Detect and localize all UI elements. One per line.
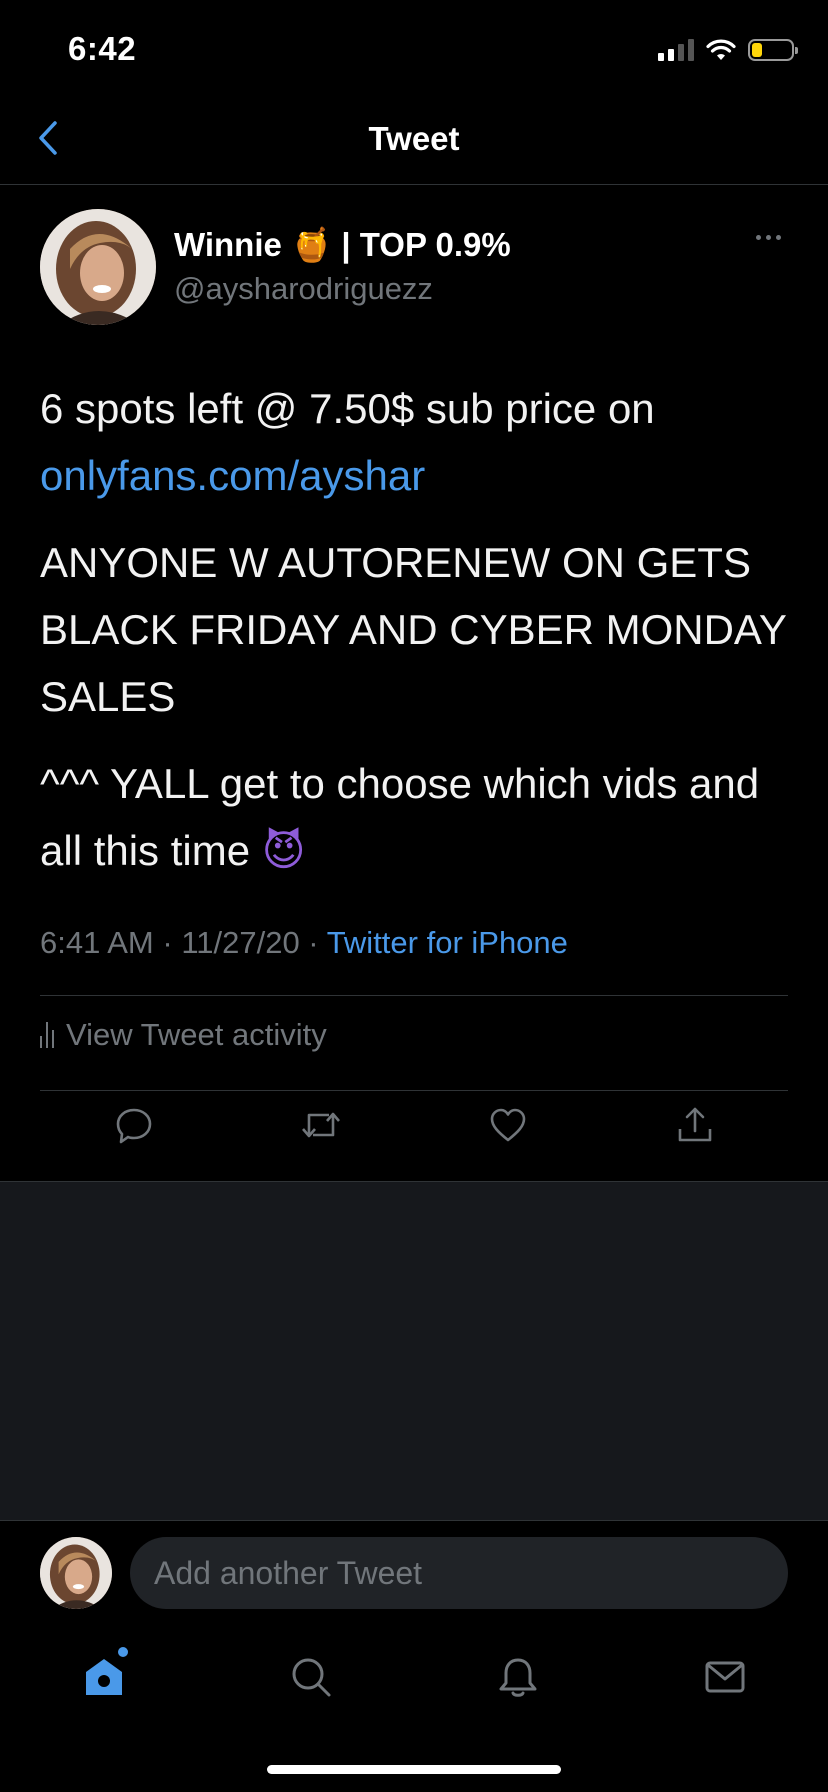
tweet-paragraph-1: 6 spots left @ 7.50$ sub price on onlyfa… — [40, 375, 800, 509]
reply-composer — [0, 1520, 828, 1633]
retweet-button[interactable] — [291, 1095, 351, 1155]
activity-label: View Tweet activity — [66, 1017, 327, 1052]
avatar-photo — [40, 209, 156, 325]
tweet-paragraph-3: ^^^ YALL get to choose which vids and al… — [40, 750, 800, 884]
reply-button[interactable] — [104, 1095, 164, 1155]
status-bar: 6:42 — [0, 0, 828, 92]
mail-icon — [705, 1661, 744, 1693]
tab-home[interactable] — [72, 1645, 136, 1709]
tweet-text: 6 spots left @ 7.50$ sub price on onlyfa… — [40, 375, 800, 904]
more-dot-icon — [765, 234, 771, 240]
empty-replies-area — [0, 1182, 828, 1520]
user-avatar[interactable] — [40, 1537, 112, 1609]
tweet-time: 6:41 AM — [40, 925, 154, 960]
view-tweet-activity-button[interactable]: View Tweet activity — [40, 1005, 327, 1065]
tab-search[interactable] — [279, 1645, 343, 1709]
avatar-photo — [40, 1537, 112, 1609]
home-notification-dot — [117, 1647, 128, 1657]
honey-pot-emoji: 🍯 — [291, 225, 333, 264]
wifi-icon — [706, 39, 736, 60]
tweet-actions — [40, 1090, 788, 1160]
author-handle[interactable]: @aysharodriguezz — [174, 271, 433, 307]
like-button[interactable] — [478, 1095, 538, 1155]
heart-icon — [490, 1108, 525, 1142]
author-avatar[interactable] — [40, 209, 156, 325]
retweet-icon — [301, 1112, 340, 1138]
more-dot-icon — [755, 234, 761, 240]
tweet-source[interactable]: Twitter for iPhone — [327, 925, 568, 960]
home-icon — [85, 1659, 122, 1695]
status-time: 6:42 — [68, 30, 137, 67]
tab-bar — [0, 1632, 828, 1722]
battery-icon — [748, 39, 798, 61]
tweet-detail: Winnie 🍯 | TOP 0.9% @aysharodriguezz 6 s… — [0, 185, 828, 1182]
battery-level — [752, 43, 762, 57]
share-icon — [678, 1107, 711, 1142]
divider — [40, 995, 788, 996]
author-name[interactable]: Winnie 🍯 | TOP 0.9% — [174, 225, 511, 265]
tab-messages[interactable] — [693, 1645, 757, 1709]
more-dot-icon — [775, 234, 781, 240]
tweet-paragraph-3-text: ^^^ YALL get to choose which vids and al… — [40, 760, 760, 874]
bell-icon — [499, 1658, 536, 1697]
activity-chart-icon — [40, 1022, 54, 1048]
tweet-line-1: 6 spots left @ 7.50$ sub price on — [40, 385, 655, 432]
home-indicator[interactable] — [267, 1765, 561, 1774]
add-tweet-input[interactable] — [130, 1537, 788, 1609]
nav-bar: Tweet — [0, 92, 828, 185]
share-button[interactable] — [665, 1095, 725, 1155]
smiling-devil-emoji: 😈 — [261, 826, 306, 875]
signal-icon — [658, 39, 694, 61]
reply-icon — [116, 1108, 151, 1144]
author-name-suffix: | TOP 0.9% — [341, 226, 511, 263]
author-display-name: Winnie — [174, 226, 282, 263]
tweet-date: 11/27/20 — [181, 925, 300, 960]
page-title: Tweet — [368, 120, 460, 157]
search-icon — [292, 1658, 330, 1697]
tweet-paragraph-2: ANYONE W AUTORENEW ON GETS BLACK FRIDAY … — [40, 539, 787, 720]
tab-notifications[interactable] — [486, 1645, 550, 1709]
tweet-link[interactable]: onlyfans.com/ayshar — [40, 452, 425, 499]
status-icons — [658, 36, 798, 64]
tweet-meta: 6:41 AM · 11/27/20 · Twitter for iPhone — [40, 925, 568, 960]
more-options-button[interactable] — [748, 225, 788, 249]
